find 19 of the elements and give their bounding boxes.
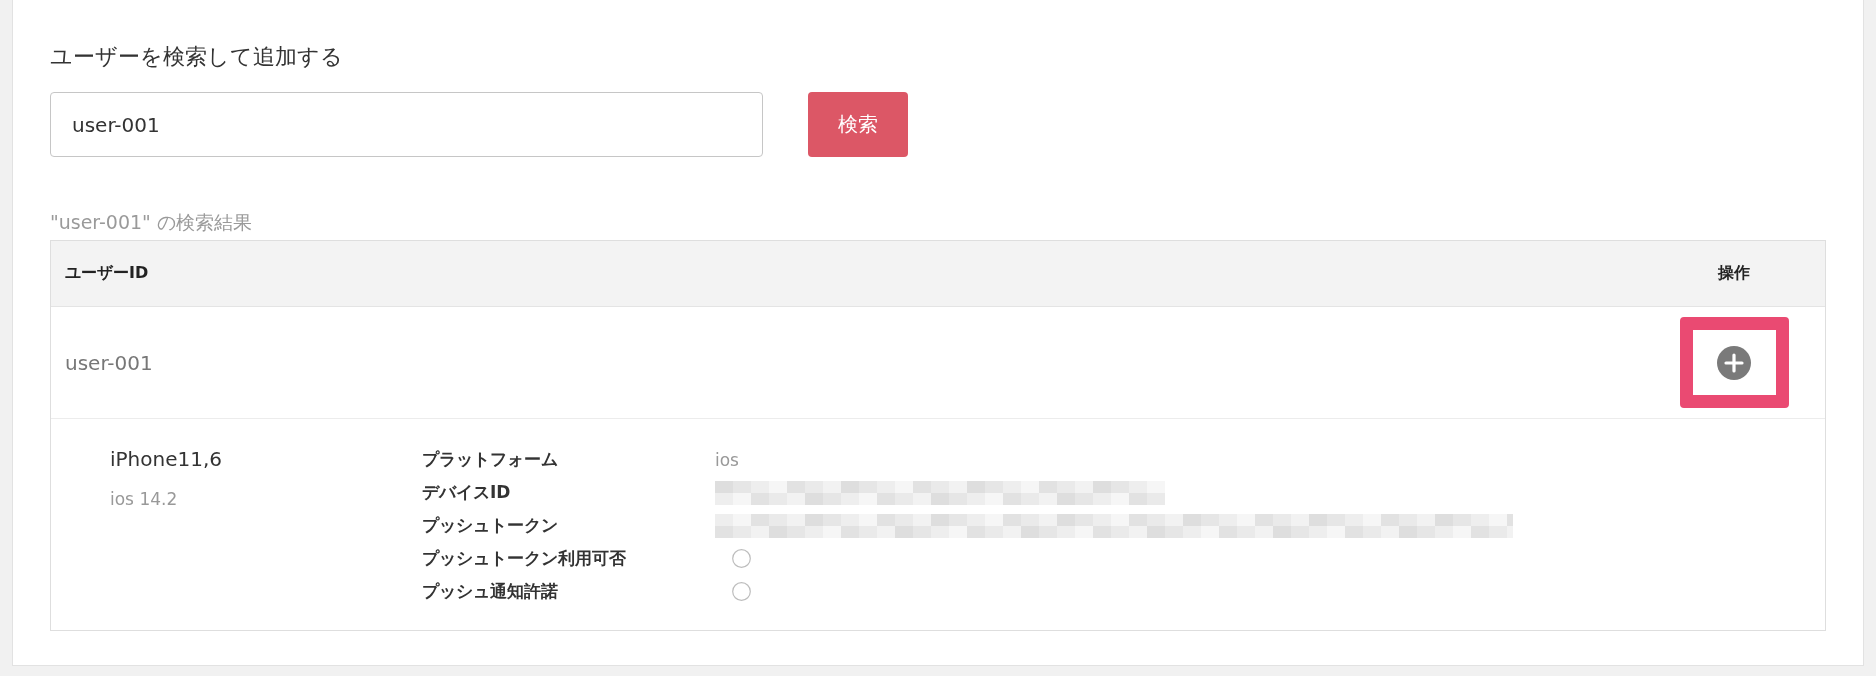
field-label: プッシュトークン利用可否 [422, 547, 626, 570]
results-caption: "user-001" の検索結果 [50, 210, 252, 235]
field-value: ios [715, 449, 739, 470]
add-button[interactable] [1717, 345, 1751, 380]
field-label: プッシュトークン [422, 514, 558, 537]
field-label: プッシュ通知許諾 [422, 580, 558, 603]
table-cell: user-001 [65, 350, 153, 375]
os-version: ios 14.2 [110, 488, 178, 511]
search-field[interactable]: user-001 [50, 92, 763, 157]
search-button[interactable]: 検索 [808, 92, 908, 157]
column-header: 操作 [1718, 263, 1750, 284]
field-label: プラットフォーム [422, 448, 558, 471]
device-model: iPhone11,6 [110, 446, 223, 473]
field-label: デバイスID [422, 481, 511, 504]
section-title: ユーザーを検索して追加する [50, 43, 343, 71]
plus-circle-icon [1717, 345, 1751, 380]
radio-button[interactable] [732, 582, 751, 601]
radio-button[interactable] [732, 549, 751, 568]
column-header: ユーザーID [65, 263, 149, 284]
